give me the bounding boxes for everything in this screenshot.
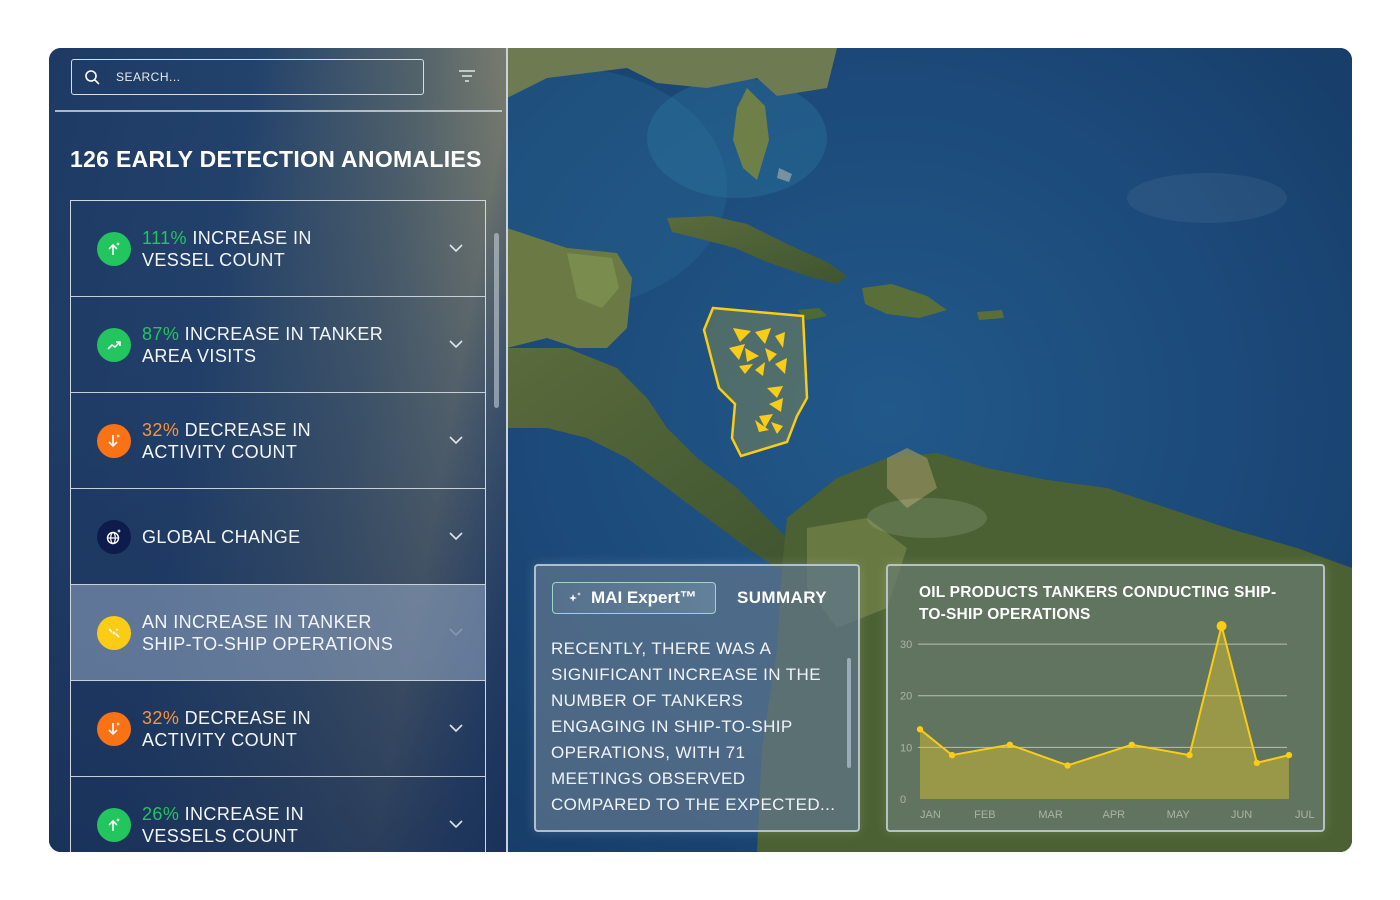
anomaly-item-text: GLOBAL CHANGE (142, 526, 301, 547)
search-input[interactable]: SEARCH... (71, 59, 424, 95)
data-point (916, 726, 924, 733)
trend-up-icon (97, 327, 131, 362)
ship-transfer-icon (97, 615, 131, 650)
y-tick-label: 20 (900, 691, 912, 703)
chart-svg: 0 10 20 30 JAN FEB MAR APR MAY JUN JUL (900, 621, 1315, 821)
data-point (1128, 741, 1135, 748)
anomalies-panel: SEARCH... 126 EARLY DETECTION ANOMALIES … (49, 48, 508, 852)
anomaly-item[interactable]: 87% INCREASE IN TANKER AREA VISITS (71, 297, 485, 393)
anomaly-item-text: 26% INCREASE IN VESSELS COUNT (142, 803, 305, 846)
chevron-down-icon[interactable] (449, 531, 463, 541)
globe-sparkle-icon (97, 519, 131, 554)
page-title: 126 EARLY DETECTION ANOMALIES (70, 146, 482, 172)
divider (55, 110, 502, 112)
search-icon (85, 70, 100, 85)
anomaly-item[interactable]: 26% INCREASE IN VESSELS COUNT (71, 777, 485, 852)
tab-summary[interactable]: SUMMARY (737, 588, 827, 608)
data-point (1216, 621, 1227, 631)
data-point (1253, 759, 1261, 767)
summary-card: MAI Expert™ SUMMARY RECENTLY, THERE WAS … (534, 564, 860, 832)
arrow-down-sparkle-icon (97, 711, 131, 746)
series-area (920, 626, 1289, 799)
sparkle-icon (569, 591, 581, 602)
chevron-down-icon[interactable] (449, 819, 463, 829)
summary-text: RECENTLY, THERE WAS A SIGNIFICANT INCREA… (551, 639, 836, 814)
anomaly-item[interactable]: GLOBAL CHANGE (71, 489, 485, 585)
list-scrollbar[interactable] (494, 233, 499, 408)
filter-icon[interactable] (458, 69, 476, 83)
anomaly-item-text: AN INCREASE IN TANKER SHIP-TO-SHIP OPERAT… (142, 611, 394, 654)
data-point (1186, 751, 1193, 759)
chevron-down-icon[interactable] (449, 339, 463, 349)
summary-scrollbar[interactable] (847, 658, 851, 768)
anomaly-item[interactable]: 32% DECREASE IN ACTIVITY COUNT (71, 393, 485, 489)
anomaly-list: 111% INCREASE IN VESSEL COUNT 87% INCREAS… (70, 200, 486, 852)
anomaly-item[interactable]: 32% DECREASE IN ACTIVITY COUNT (71, 681, 485, 777)
mai-expert-label: MAI Expert™ (591, 588, 697, 607)
y-tick-label: 10 (900, 742, 912, 754)
chevron-down-icon[interactable] (449, 243, 463, 253)
x-tick-label: JUN (1231, 809, 1252, 821)
y-tick-label: 30 (900, 639, 912, 651)
anomaly-item-selected[interactable]: AN INCREASE IN TANKER SHIP-TO-SHIP OPERAT… (71, 585, 485, 681)
x-tick-label: MAY (1167, 809, 1191, 821)
anomaly-item-text: 87% INCREASE IN TANKER AREA VISITS (142, 323, 384, 366)
data-point (1064, 762, 1071, 769)
data-point (1285, 751, 1293, 759)
anomaly-item[interactable]: 111% INCREASE IN VESSEL COUNT (71, 201, 485, 297)
x-tick-label: JAN (920, 809, 941, 821)
chevron-down-icon[interactable] (449, 627, 463, 637)
chart-card: OIL PRODUCTS TANKERS CONDUCTING SHIP-TO-… (886, 564, 1325, 832)
data-point (948, 751, 956, 759)
arrow-up-sparkle-icon (97, 231, 131, 266)
search-placeholder: SEARCH... (116, 70, 181, 84)
x-tick-label: APR (1103, 809, 1126, 821)
x-tick-label: JUL (1295, 809, 1315, 821)
chevron-down-icon[interactable] (449, 723, 463, 733)
arrow-up-sparkle-icon (97, 807, 131, 842)
data-point (1006, 741, 1014, 748)
arrow-down-sparkle-icon (97, 423, 131, 458)
anomaly-item-text: 32% DECREASE IN ACTIVITY COUNT (142, 707, 312, 750)
chevron-down-icon[interactable] (449, 435, 463, 445)
x-tick-label: MAR (1038, 809, 1063, 821)
y-tick-label: 0 (900, 794, 906, 806)
x-tick-label: FEB (974, 809, 995, 821)
mai-expert-button[interactable]: MAI Expert™ (552, 582, 716, 614)
app-window: SEARCH... 126 EARLY DETECTION ANOMALIES … (49, 48, 1352, 852)
anomaly-item-text: 111% INCREASE IN VESSEL COUNT (142, 227, 312, 270)
anomaly-item-text: 32% DECREASE IN ACTIVITY COUNT (142, 419, 312, 462)
